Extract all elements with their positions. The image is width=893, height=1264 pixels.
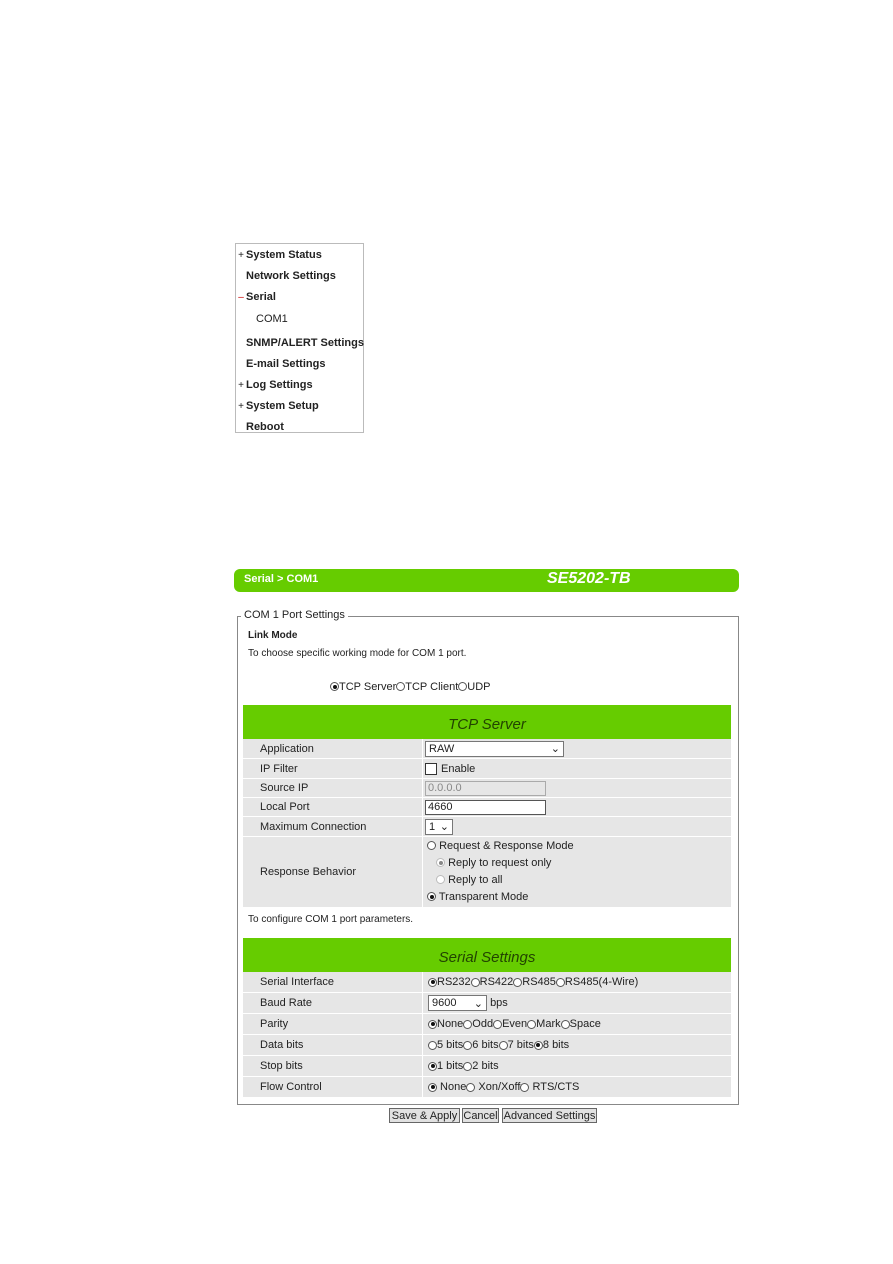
page: + System Status Network Settings – Serial … [0, 0, 893, 1264]
row-data-bits: Data bits 5 bits 6 bits 7 bits 8 bits [243, 1035, 731, 1056]
row-application: Application RAW ⌄ [243, 739, 731, 759]
page-header-bar: Serial > COM1 SE5202-TB [234, 569, 739, 592]
row-response-behavior: Response Behavior Request & Response Mod… [243, 837, 731, 908]
radio-8-bits[interactable] [533, 1040, 543, 1050]
configure-desc: To configure COM 1 port parameters. [248, 914, 414, 925]
radio-reply-request-only[interactable] [436, 858, 445, 867]
row-source-ip: Source IP 0.0.0.0 [243, 779, 731, 798]
row-stop-bits: Stop bits 1 bits 2 bits [243, 1056, 731, 1077]
row-ip-filter: IP Filter Enable [243, 759, 731, 779]
row-max-connection: Maximum Connection 1 ⌄ [243, 817, 731, 837]
radio-5-bits[interactable] [428, 1040, 437, 1050]
radio-parity-space[interactable] [560, 1019, 570, 1029]
menu-item-serial[interactable]: – Serial [236, 289, 276, 305]
radio-rs232[interactable] [428, 977, 437, 987]
source-ip-input[interactable]: 0.0.0.0 [425, 780, 546, 796]
ip-filter-enable-checkbox[interactable] [425, 762, 437, 775]
model-name: SE5202-TB [547, 570, 631, 587]
cancel-button[interactable]: Cancel [462, 1108, 499, 1123]
radio-6-bits[interactable] [463, 1040, 473, 1050]
baud-rate-select[interactable]: 9600 ⌄ [428, 995, 487, 1011]
radio-udp[interactable] [458, 682, 468, 691]
tcp-server-section-header: TCP Server [243, 705, 731, 739]
save-apply-button[interactable]: Save & Apply [389, 1108, 460, 1123]
radio-1-stop-bit[interactable] [428, 1061, 437, 1071]
row-parity: Parity None Odd Even Mark Space [243, 1014, 731, 1035]
menu-item-system-status[interactable]: + System Status [236, 247, 322, 263]
breadcrumb: Serial > COM1 [244, 573, 319, 585]
radio-rs485[interactable] [513, 977, 523, 987]
local-port-input[interactable]: 4660 [425, 799, 546, 815]
radio-tcp-client[interactable] [396, 682, 406, 691]
radio-parity-even[interactable] [493, 1019, 503, 1029]
link-mode-radios: TCP Server TCP Client UDP [330, 681, 490, 693]
radio-2-stop-bits[interactable] [463, 1061, 473, 1071]
radio-7-bits[interactable] [498, 1040, 508, 1050]
max-connection-select[interactable]: 1 ⌄ [425, 818, 453, 835]
row-serial-interface: Serial Interface RS232 RS422 RS485 RS485(4-… [243, 972, 731, 993]
advanced-settings-button[interactable]: Advanced Settings [502, 1108, 597, 1123]
nav-menu: + System Status Network Settings – Serial … [235, 243, 364, 433]
chevron-down-icon: ⌄ [473, 997, 483, 1010]
menu-item-system-setup[interactable]: + System Setup [236, 398, 319, 414]
chevron-down-icon: ⌄ [439, 821, 449, 833]
link-mode-title: Link Mode [248, 630, 298, 641]
menu-item-network-settings[interactable]: Network Settings [236, 268, 336, 284]
serial-settings-section-header: Serial Settings [243, 938, 731, 972]
radio-rs422[interactable] [470, 977, 480, 987]
link-mode-desc: To choose specific working mode for COM … [248, 648, 467, 659]
radio-reply-all[interactable] [436, 875, 445, 884]
application-select[interactable]: RAW ⌄ [425, 740, 564, 757]
radio-flow-rts-cts[interactable] [520, 1082, 530, 1092]
fieldset-legend: COM 1 Port Settings [241, 609, 348, 621]
radio-parity-mark[interactable] [527, 1019, 537, 1029]
row-flow-control: Flow Control None Xon/Xoff RTS/CTS [243, 1077, 731, 1098]
row-local-port: Local Port 4660 [243, 798, 731, 817]
radio-rs485-4wire[interactable] [555, 977, 565, 987]
radio-parity-none[interactable] [428, 1019, 437, 1029]
radio-transparent-mode[interactable] [427, 892, 436, 901]
radio-flow-none[interactable] [428, 1082, 437, 1092]
menu-item-email-settings[interactable]: E-mail Settings [236, 356, 325, 372]
radio-request-response[interactable] [427, 841, 436, 850]
menu-item-com1[interactable]: COM1 [246, 311, 288, 327]
chevron-down-icon: ⌄ [550, 743, 560, 755]
menu-item-snmp-alert[interactable]: SNMP/ALERT Settings [236, 335, 364, 351]
radio-flow-xon-xoff[interactable] [466, 1082, 476, 1092]
row-baud-rate: Baud Rate 9600 ⌄ bps [243, 993, 731, 1014]
menu-item-log-settings[interactable]: + Log Settings [236, 377, 313, 393]
menu-item-reboot[interactable]: Reboot [236, 419, 284, 435]
radio-parity-odd[interactable] [463, 1019, 473, 1029]
radio-tcp-server[interactable] [330, 682, 339, 691]
